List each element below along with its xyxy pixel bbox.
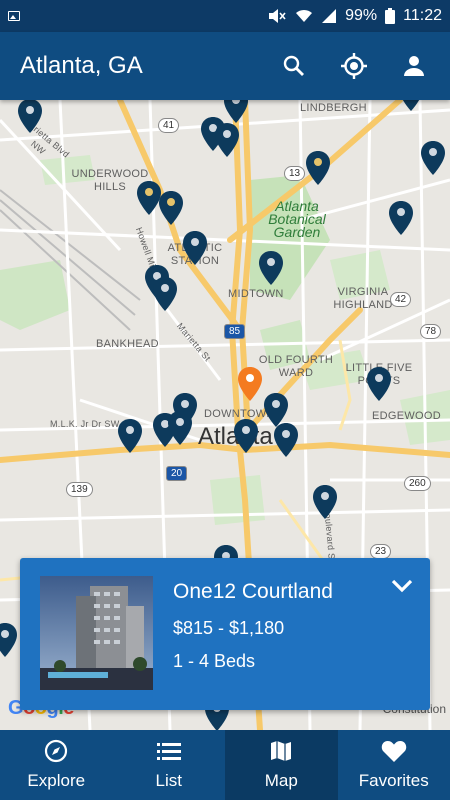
map-label-old-fourth-ward: OLD FOURTH WARD [258, 354, 334, 379]
route-23-shield: 23 [370, 544, 392, 559]
status-bar: 99% 11:22 [0, 0, 450, 32]
property-pin[interactable] [366, 366, 392, 402]
signal-icon [322, 9, 337, 23]
account-icon [404, 56, 424, 76]
map-icon [271, 741, 292, 761]
nav-list-label: List [155, 771, 182, 790]
property-price: $815 - $1,180 [173, 618, 285, 638]
interstate-20-shield: 20 [166, 466, 188, 481]
nav-list[interactable]: List [113, 730, 226, 800]
battery-percent: 99% [345, 7, 378, 24]
property-pin[interactable] [388, 200, 414, 236]
property-pin[interactable] [167, 410, 193, 446]
compass-icon [45, 739, 68, 763]
search-button[interactable] [278, 50, 310, 82]
nav-map[interactable]: Map [225, 730, 338, 800]
property-pin[interactable] [17, 100, 43, 134]
chevron-down-icon[interactable] [390, 574, 414, 598]
property-pin[interactable] [420, 140, 446, 176]
status-time: 11:22 [403, 7, 442, 24]
property-photo[interactable] [40, 576, 153, 690]
property-beds: 1 - 4 Beds [173, 651, 256, 671]
property-pin[interactable] [158, 190, 184, 226]
list-icon [156, 743, 181, 760]
map-label-lindbergh: LINDBERGH [300, 102, 367, 114]
route-42-shield: 42 [390, 292, 412, 307]
bottom-navigation: Explore List Map Favorites [0, 730, 450, 800]
property-pin[interactable] [223, 100, 249, 124]
property-pin[interactable] [305, 150, 331, 186]
nav-map-label: Map [264, 771, 298, 790]
location-title: Atlanta, GA [20, 52, 143, 79]
route-13-shield: 13 [284, 166, 306, 181]
interstate-85-shield: 85 [224, 324, 246, 339]
map-label-bankhead: BANKHEAD [96, 338, 159, 350]
property-pin[interactable] [258, 250, 284, 286]
mute-icon [269, 9, 286, 23]
selected-property-pin[interactable] [237, 366, 263, 402]
route-41-shield: 41 [158, 118, 180, 133]
image-notification-icon [8, 11, 20, 21]
property-pin[interactable] [152, 276, 178, 312]
wifi-icon [296, 9, 313, 22]
account-button[interactable] [398, 50, 430, 82]
property-pin[interactable] [0, 622, 18, 658]
nav-favorites-label: Favorites [358, 771, 429, 790]
heart-icon [381, 741, 406, 762]
property-pin[interactable] [214, 122, 240, 158]
search-icon [283, 55, 304, 76]
nav-explore-label: Explore [27, 771, 86, 790]
app-bar: Atlanta, GA [0, 32, 450, 100]
map-label-edgewood: EDGEWOOD [372, 410, 442, 422]
route-260-shield: 260 [404, 476, 431, 491]
battery-icon [385, 8, 396, 24]
property-pin[interactable] [182, 230, 208, 266]
property-name[interactable]: One12 Courtland [173, 580, 333, 604]
my-location-icon [341, 53, 367, 79]
property-pin[interactable] [233, 418, 259, 454]
nav-favorites[interactable]: Favorites [338, 730, 450, 800]
map-label-botanical-garden: Atlanta Botanical Garden [268, 198, 326, 240]
property-card[interactable]: One12 Courtland $815 - $1,180 1 - 4 Beds [20, 558, 430, 710]
property-pin[interactable] [398, 100, 424, 112]
map-label-midtown: MIDTOWN [228, 288, 284, 300]
route-78-shield: 78 [420, 324, 442, 339]
my-location-button[interactable] [338, 50, 370, 82]
property-pin[interactable] [312, 484, 338, 520]
route-139-shield: 139 [66, 482, 93, 497]
property-pin[interactable] [117, 418, 143, 454]
property-pin[interactable] [273, 422, 299, 458]
map-label-mlk: M.L.K. Jr Dr SW [50, 419, 120, 429]
nav-explore[interactable]: Explore [0, 730, 113, 800]
